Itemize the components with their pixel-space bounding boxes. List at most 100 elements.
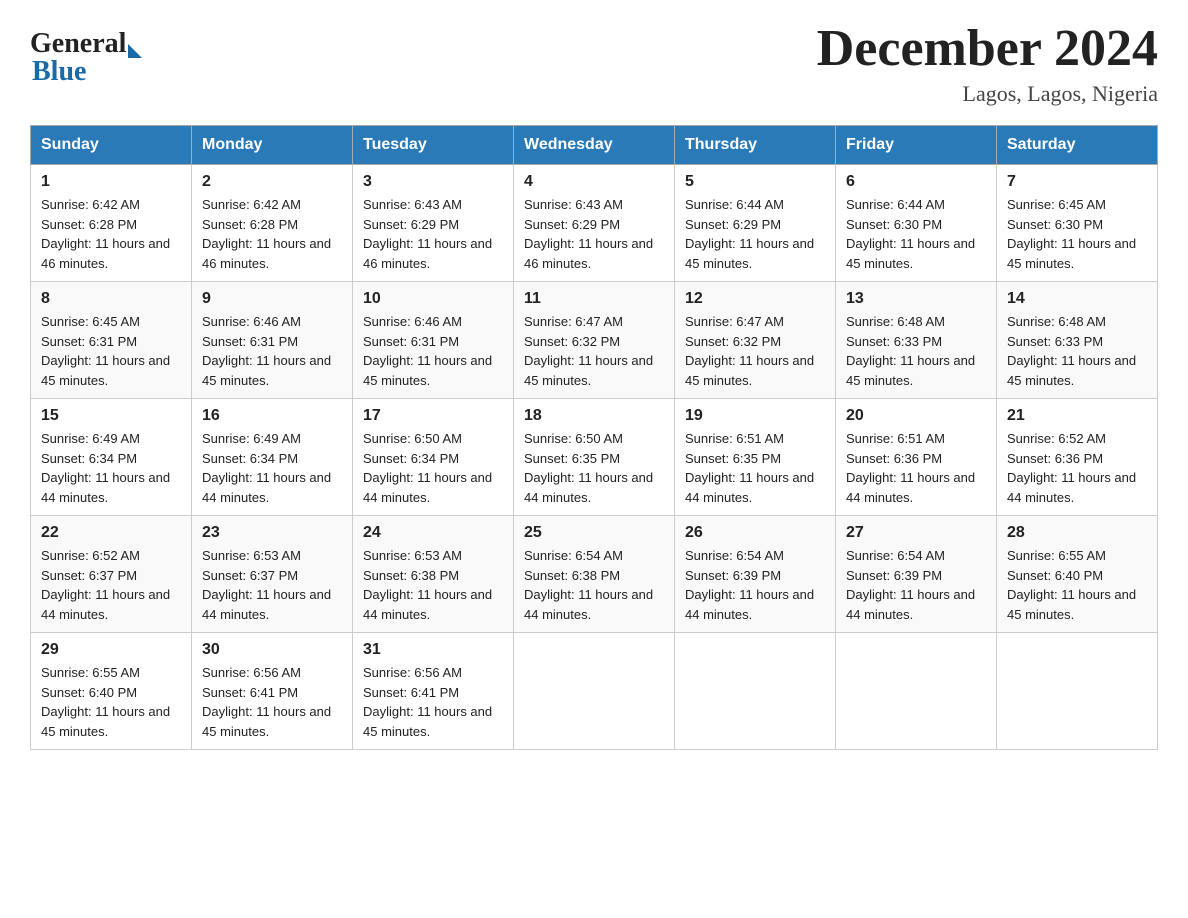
day-number: 11 <box>524 290 664 308</box>
day-number: 16 <box>202 407 342 425</box>
table-cell: 6 Sunrise: 6:44 AMSunset: 6:30 PMDaylight… <box>836 165 997 282</box>
table-cell: 1 Sunrise: 6:42 AMSunset: 6:28 PMDaylight… <box>31 165 192 282</box>
day-number: 22 <box>41 524 181 542</box>
table-cell: 13 Sunrise: 6:48 AMSunset: 6:33 PMDayligh… <box>836 282 997 399</box>
table-cell: 28 Sunrise: 6:55 AMSunset: 6:40 PMDayligh… <box>997 516 1158 633</box>
table-cell: 26 Sunrise: 6:54 AMSunset: 6:39 PMDayligh… <box>675 516 836 633</box>
day-info: Sunrise: 6:47 AMSunset: 6:32 PMDaylight:… <box>685 312 825 390</box>
day-number: 19 <box>685 407 825 425</box>
table-cell: 27Sunrise: 6:54 AMSunset: 6:39 PMDayligh… <box>836 516 997 633</box>
day-number: 6 <box>846 173 986 191</box>
table-cell: 14 Sunrise: 6:48 AMSunset: 6:33 PMDayligh… <box>997 282 1158 399</box>
day-info: Sunrise: 6:48 AMSunset: 6:33 PMDaylight:… <box>1007 312 1147 390</box>
col-wednesday: Wednesday <box>514 126 675 165</box>
day-number: 5 <box>685 173 825 191</box>
day-info: Sunrise: 6:46 AMSunset: 6:31 PMDaylight:… <box>363 312 503 390</box>
table-cell: 29 Sunrise: 6:55 AMSunset: 6:40 PMDayligh… <box>31 633 192 750</box>
day-number: 29 <box>41 641 181 659</box>
day-number: 13 <box>846 290 986 308</box>
table-cell: 3Sunrise: 6:43 AMSunset: 6:29 PMDaylight… <box>353 165 514 282</box>
day-number: 21 <box>1007 407 1147 425</box>
table-cell: 11 Sunrise: 6:47 AMSunset: 6:32 PMDayligh… <box>514 282 675 399</box>
day-info: Sunrise: 6:45 AMSunset: 6:30 PMDaylight:… <box>1007 195 1147 273</box>
day-number: 7 <box>1007 173 1147 191</box>
table-cell: 24 Sunrise: 6:53 AMSunset: 6:38 PMDayligh… <box>353 516 514 633</box>
table-cell: 7 Sunrise: 6:45 AMSunset: 6:30 PMDaylight… <box>997 165 1158 282</box>
day-info: Sunrise: 6:43 AMSunset: 6:29 PMDaylight:… <box>524 195 664 273</box>
calendar-table: Sunday Monday Tuesday Wednesday Thursday… <box>30 125 1158 750</box>
day-number: 10 <box>363 290 503 308</box>
day-number: 12 <box>685 290 825 308</box>
day-number: 25 <box>524 524 664 542</box>
table-cell: 8 Sunrise: 6:45 AMSunset: 6:31 PMDaylight… <box>31 282 192 399</box>
day-number: 9 <box>202 290 342 308</box>
calendar-week-row: 15Sunrise: 6:49 AMSunset: 6:34 PMDayligh… <box>31 399 1158 516</box>
calendar-week-row: 8 Sunrise: 6:45 AMSunset: 6:31 PMDaylight… <box>31 282 1158 399</box>
table-cell: 23Sunrise: 6:53 AMSunset: 6:37 PMDayligh… <box>192 516 353 633</box>
day-info: Sunrise: 6:54 AMSunset: 6:39 PMDaylight:… <box>846 546 986 624</box>
col-sunday: Sunday <box>31 126 192 165</box>
logo-blue-text: Blue <box>30 56 142 88</box>
table-cell <box>675 633 836 750</box>
table-cell: 30 Sunrise: 6:56 AMSunset: 6:41 PMDayligh… <box>192 633 353 750</box>
day-info: Sunrise: 6:51 AMSunset: 6:36 PMDaylight:… <box>846 429 986 507</box>
logo: General Blue <box>30 28 142 88</box>
header: General Blue December 2024 Lagos, Lagos,… <box>30 20 1158 107</box>
day-info: Sunrise: 6:52 AMSunset: 6:37 PMDaylight:… <box>41 546 181 624</box>
day-info: Sunrise: 6:51 AMSunset: 6:35 PMDaylight:… <box>685 429 825 507</box>
day-info: Sunrise: 6:45 AMSunset: 6:31 PMDaylight:… <box>41 312 181 390</box>
day-info: Sunrise: 6:49 AMSunset: 6:34 PMDaylight:… <box>202 429 342 507</box>
day-info: Sunrise: 6:56 AMSunset: 6:41 PMDaylight:… <box>202 663 342 741</box>
day-number: 4 <box>524 173 664 191</box>
col-tuesday: Tuesday <box>353 126 514 165</box>
day-info: Sunrise: 6:46 AMSunset: 6:31 PMDaylight:… <box>202 312 342 390</box>
table-cell <box>997 633 1158 750</box>
col-saturday: Saturday <box>997 126 1158 165</box>
header-row: Sunday Monday Tuesday Wednesday Thursday… <box>31 126 1158 165</box>
day-number: 1 <box>41 173 181 191</box>
day-info: Sunrise: 6:50 AMSunset: 6:34 PMDaylight:… <box>363 429 503 507</box>
title-area: December 2024 Lagos, Lagos, Nigeria <box>817 20 1158 107</box>
day-info: Sunrise: 6:47 AMSunset: 6:32 PMDaylight:… <box>524 312 664 390</box>
day-number: 28 <box>1007 524 1147 542</box>
day-info: Sunrise: 6:44 AMSunset: 6:29 PMDaylight:… <box>685 195 825 273</box>
day-number: 30 <box>202 641 342 659</box>
day-number: 14 <box>1007 290 1147 308</box>
day-info: Sunrise: 6:50 AMSunset: 6:35 PMDaylight:… <box>524 429 664 507</box>
day-info: Sunrise: 6:52 AMSunset: 6:36 PMDaylight:… <box>1007 429 1147 507</box>
day-number: 20 <box>846 407 986 425</box>
day-info: Sunrise: 6:54 AMSunset: 6:39 PMDaylight:… <box>685 546 825 624</box>
table-cell: 12 Sunrise: 6:47 AMSunset: 6:32 PMDayligh… <box>675 282 836 399</box>
table-cell <box>836 633 997 750</box>
day-number: 31 <box>363 641 503 659</box>
day-number: 3 <box>363 173 503 191</box>
table-cell: 15Sunrise: 6:49 AMSunset: 6:34 PMDayligh… <box>31 399 192 516</box>
day-info: Sunrise: 6:49 AMSunset: 6:34 PMDaylight:… <box>41 429 181 507</box>
table-cell: 10 Sunrise: 6:46 AMSunset: 6:31 PMDayligh… <box>353 282 514 399</box>
table-cell: 5 Sunrise: 6:44 AMSunset: 6:29 PMDaylight… <box>675 165 836 282</box>
day-info: Sunrise: 6:56 AMSunset: 6:41 PMDaylight:… <box>363 663 503 741</box>
day-number: 26 <box>685 524 825 542</box>
page-title: December 2024 <box>817 20 1158 77</box>
day-info: Sunrise: 6:55 AMSunset: 6:40 PMDaylight:… <box>41 663 181 741</box>
table-cell: 9 Sunrise: 6:46 AMSunset: 6:31 PMDaylight… <box>192 282 353 399</box>
day-number: 8 <box>41 290 181 308</box>
table-cell: 22 Sunrise: 6:52 AMSunset: 6:37 PMDayligh… <box>31 516 192 633</box>
day-info: Sunrise: 6:48 AMSunset: 6:33 PMDaylight:… <box>846 312 986 390</box>
day-info: Sunrise: 6:55 AMSunset: 6:40 PMDaylight:… <box>1007 546 1147 624</box>
table-cell: 4 Sunrise: 6:43 AMSunset: 6:29 PMDaylight… <box>514 165 675 282</box>
table-cell: 2Sunrise: 6:42 AMSunset: 6:28 PMDaylight… <box>192 165 353 282</box>
col-friday: Friday <box>836 126 997 165</box>
table-cell: 18Sunrise: 6:50 AMSunset: 6:35 PMDayligh… <box>514 399 675 516</box>
calendar-week-row: 1 Sunrise: 6:42 AMSunset: 6:28 PMDaylight… <box>31 165 1158 282</box>
page-subtitle: Lagos, Lagos, Nigeria <box>817 81 1158 107</box>
table-cell: 25Sunrise: 6:54 AMSunset: 6:38 PMDayligh… <box>514 516 675 633</box>
table-cell: 21 Sunrise: 6:52 AMSunset: 6:36 PMDayligh… <box>997 399 1158 516</box>
day-info: Sunrise: 6:44 AMSunset: 6:30 PMDaylight:… <box>846 195 986 273</box>
day-info: Sunrise: 6:53 AMSunset: 6:38 PMDaylight:… <box>363 546 503 624</box>
day-info: Sunrise: 6:53 AMSunset: 6:37 PMDaylight:… <box>202 546 342 624</box>
col-thursday: Thursday <box>675 126 836 165</box>
table-cell: 31 Sunrise: 6:56 AMSunset: 6:41 PMDayligh… <box>353 633 514 750</box>
day-info: Sunrise: 6:42 AMSunset: 6:28 PMDaylight:… <box>41 195 181 273</box>
day-number: 24 <box>363 524 503 542</box>
